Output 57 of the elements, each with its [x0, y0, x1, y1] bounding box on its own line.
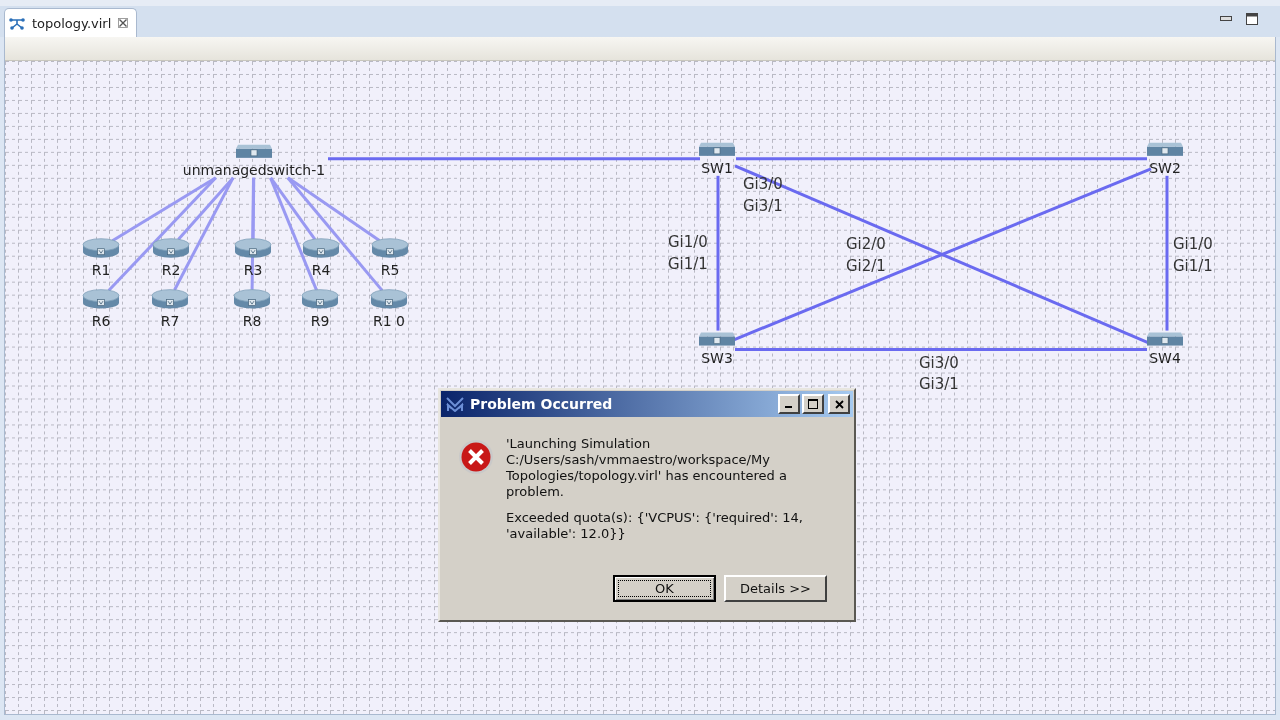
router-icon[interactable]	[151, 289, 189, 309]
close-icon	[834, 399, 844, 409]
node-label: R4	[311, 261, 331, 278]
node-label: SW2	[1149, 159, 1181, 176]
dialog-button[interactable]: Details >>	[724, 575, 827, 602]
router-icon[interactable]	[371, 238, 409, 258]
router-icon[interactable]	[234, 238, 272, 258]
interface-label: Gi3/0	[919, 353, 959, 372]
router-icon[interactable]	[82, 289, 120, 309]
error-icon	[458, 439, 494, 475]
router-icon[interactable]	[152, 238, 190, 258]
node-label: SW4	[1149, 349, 1181, 366]
editor-tab[interactable]: topology.virl	[4, 8, 138, 37]
interface-label: Gi2/1	[846, 256, 886, 275]
node-label: R7	[160, 312, 180, 329]
switch-icon[interactable]	[236, 144, 272, 158]
close-button[interactable]	[828, 394, 850, 414]
node-label: SW3	[701, 349, 733, 366]
router-icon[interactable]	[233, 289, 271, 309]
switch-icon[interactable]	[1147, 142, 1183, 156]
router-icon[interactable]	[301, 289, 339, 309]
node-label: R1 0	[373, 312, 405, 329]
node-label: SW1	[701, 159, 733, 176]
switch-icon[interactable]	[699, 332, 735, 346]
node-label: R6	[91, 312, 111, 329]
switch-icon[interactable]	[1147, 332, 1183, 346]
node-label: R8	[242, 312, 262, 329]
maximize-button[interactable]	[802, 394, 824, 414]
minimize-icon[interactable]	[1220, 16, 1232, 22]
node-label: R3	[243, 261, 263, 278]
router-icon[interactable]	[302, 238, 340, 258]
minimize-button[interactable]	[778, 394, 800, 414]
dialog-button[interactable]: OK	[613, 575, 716, 602]
node-label: R9	[310, 312, 330, 329]
dialog-title: Problem Occurred	[470, 396, 613, 412]
topology-icon	[9, 16, 25, 30]
node-label: unmanagedswitch-1	[182, 161, 326, 178]
interface-label: Gi1/1	[1173, 256, 1213, 275]
maximize-icon	[808, 399, 818, 409]
error-detail: Exceeded quota(s): {'VCPUS': {'required': 14, 'available': 12.0}}	[506, 510, 804, 542]
error-message: 'Launching Simulation C:/Users/sash/vmmaestro/workspace/My Topologies/topology.virl' has encountered a problem.	[506, 436, 788, 500]
interface-label: Gi1/0	[1173, 234, 1213, 253]
close-icon[interactable]	[118, 18, 129, 28]
maximize-icon[interactable]	[1246, 13, 1258, 25]
interface-label: Gi3/1	[919, 375, 959, 394]
app-icon	[446, 396, 464, 412]
node-label: R5	[380, 261, 400, 278]
interface-label: Gi2/0	[846, 234, 886, 253]
interface-label: Gi3/1	[743, 196, 783, 215]
switch-icon[interactable]	[699, 142, 735, 156]
router-icon[interactable]	[370, 289, 408, 309]
interface-label: Gi1/0	[668, 232, 708, 251]
node-label: R2	[161, 261, 181, 278]
router-icon[interactable]	[82, 238, 120, 258]
interface-label: Gi3/0	[743, 174, 783, 193]
node-label: R1	[91, 261, 111, 278]
interface-label: Gi1/1	[668, 254, 708, 273]
